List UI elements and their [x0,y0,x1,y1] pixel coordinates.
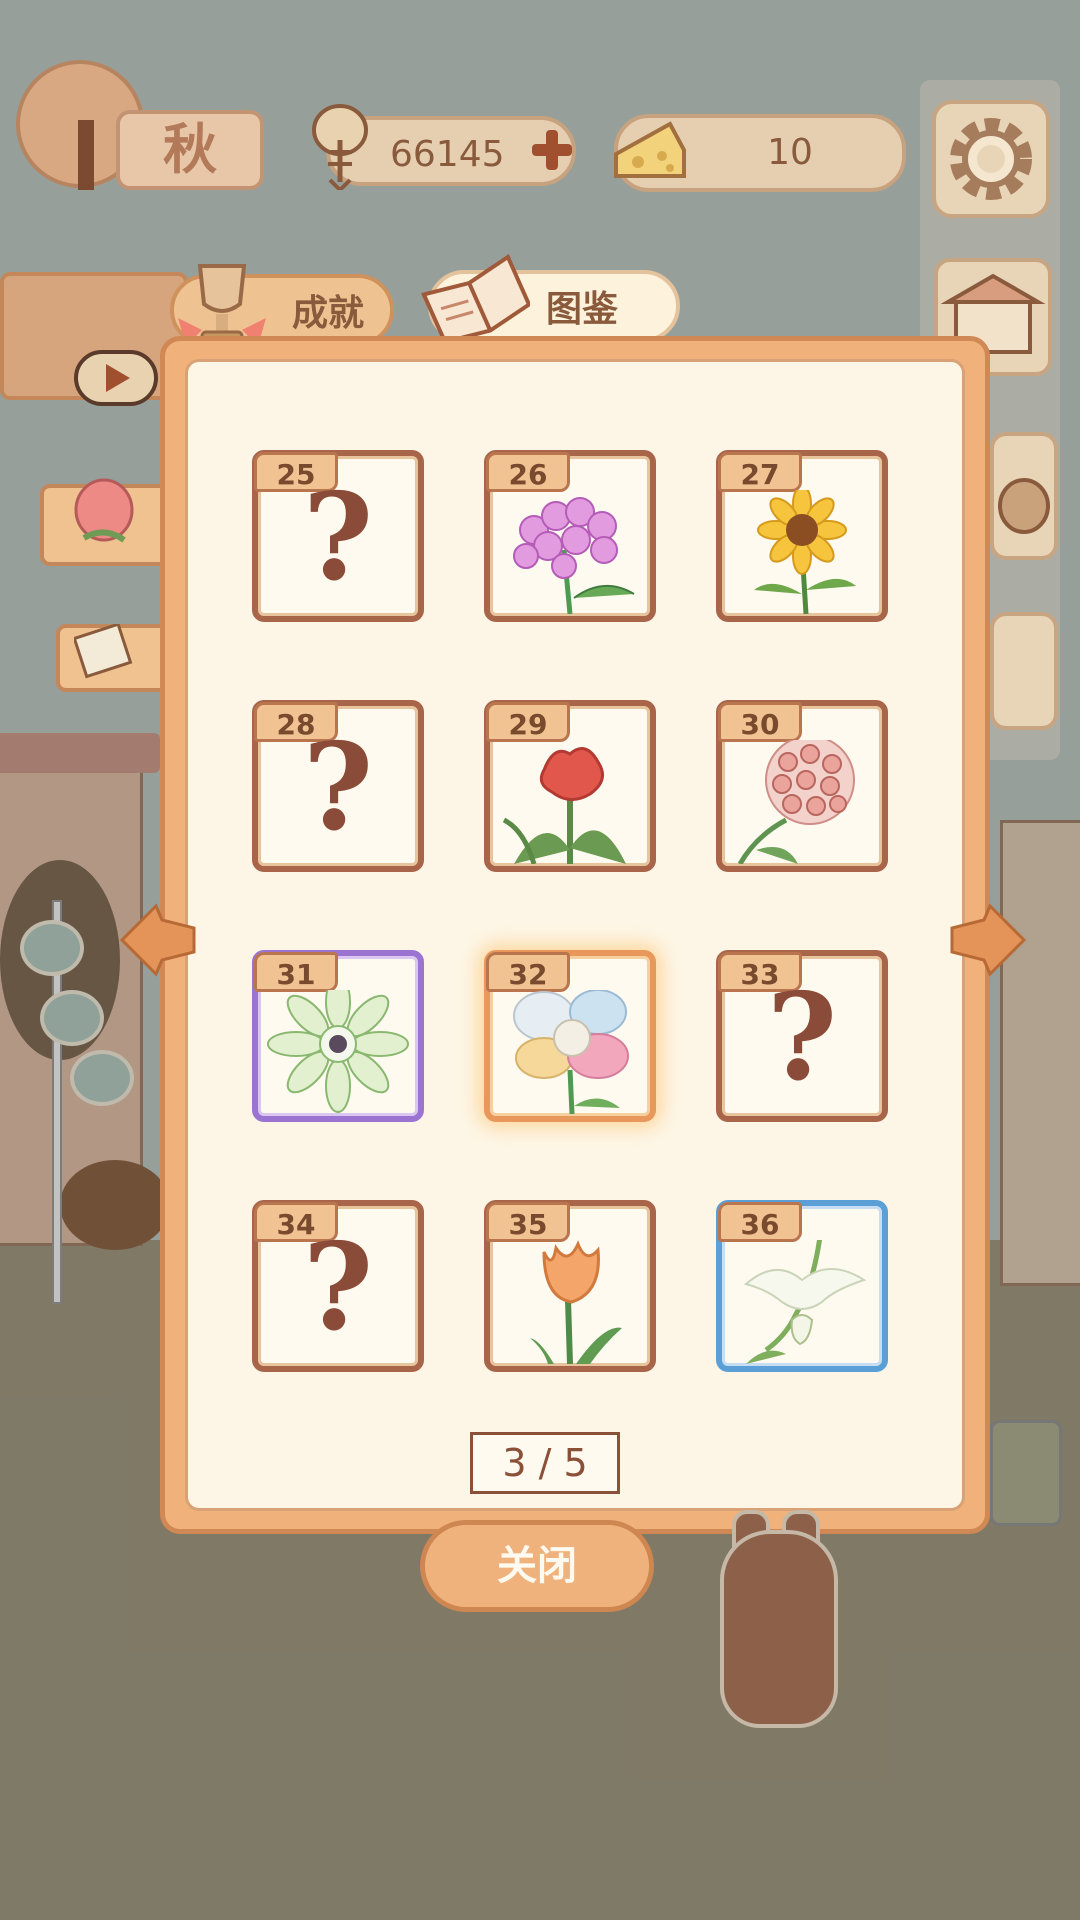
plus-icon[interactable] [530,128,574,172]
cell-number: 32 [486,952,570,992]
cheese-count: 10 [767,132,813,173]
catalog-cell-34[interactable]: 34 ? [252,1200,424,1372]
catalog-cell-27[interactable]: 27 [716,450,888,622]
book-icon [421,254,530,344]
catalog-cell-33[interactable]: 33 ? [716,950,888,1122]
mouse-character-card[interactable] [990,1420,1062,1526]
side-menu-button[interactable] [990,612,1058,730]
unknown-question-mark: ? [766,967,838,1108]
unknown-question-mark: ? [302,467,374,608]
red-celosia-flower-icon [502,747,626,864]
catalog-cell-28[interactable]: 28 ? [252,700,424,872]
cell-number: 26 [486,452,570,492]
cell-number: 30 [718,702,802,742]
cell-number: 36 [718,1202,802,1242]
flower-grid: 25 ? 26 27 28 ? 29 30 31 32 33 ? 34 ? 35… [252,450,892,1380]
unknown-question-mark: ? [302,1217,374,1358]
play-icon [74,350,158,406]
rabbit-character [720,1530,838,1728]
catalog-cell-35[interactable]: 35 [484,1200,656,1372]
photo-tab-icon [74,624,133,679]
season-indicator[interactable]: 秋 [16,60,264,190]
pink-phlox-flower-icon [513,497,635,614]
close-button[interactable]: 关闭 [420,1520,654,1612]
season-tree-trunk [78,120,94,190]
white-egret-orchid-icon [743,1240,867,1364]
catalog-cell-25[interactable]: 25 ? [252,450,424,622]
catalog-cell-26[interactable]: 26 [484,450,656,622]
cell-number: 29 [486,702,570,742]
season-label: 秋 [116,110,264,190]
fish-bone-icon [312,104,368,190]
unknown-question-mark: ? [302,717,374,858]
hoya-flower-icon [737,740,855,864]
right-arrow-icon[interactable] [946,898,1030,982]
catalog-cell-29[interactable]: 29 [484,700,656,872]
cell-number: 35 [486,1202,570,1242]
cell-number: 31 [254,952,338,992]
white-green-flower-icon [267,990,409,1113]
flower-tab-icon [74,478,134,543]
basket-button[interactable] [990,432,1058,560]
cell-number: 27 [718,452,802,492]
basket-icon [998,478,1050,534]
catalog-cell-36[interactable]: 36 [716,1200,888,1372]
settings-button[interactable] [932,100,1050,218]
page-indicator: 3 / 5 [470,1432,620,1494]
left-arrow-icon[interactable] [116,898,200,982]
fish-count: 66145 [390,134,505,175]
gear-icon [950,118,1032,200]
rainbow-rose-icon [513,990,629,1114]
cheese-icon [614,121,686,178]
catalog-cell-32[interactable]: 32 [484,950,656,1122]
catalog-cell-31[interactable]: 31 [252,950,424,1122]
orange-tulip-icon [530,1240,622,1364]
sunflower-icon [754,490,856,614]
catalog-cell-30[interactable]: 30 [716,700,888,872]
